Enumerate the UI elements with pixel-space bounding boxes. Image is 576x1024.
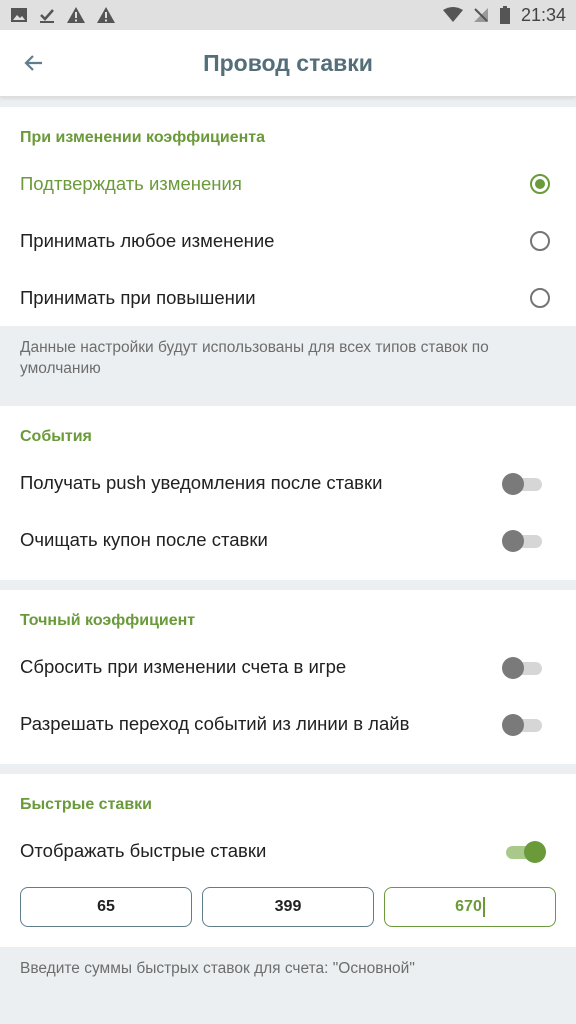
section-header: Точный коэффициент <box>20 612 196 629</box>
clear-coupon-switch[interactable] <box>502 529 544 552</box>
events-section: События Получать push уведомления после … <box>0 406 576 580</box>
quick-bets-note: Введите суммы быстрых ставок для счета: … <box>0 947 576 980</box>
option-label: Принимать при повышении <box>20 286 256 308</box>
show-quick-bets-switch[interactable] <box>502 840 546 863</box>
toggle-label: Отображать быстрые ставки <box>20 839 267 861</box>
settings-note: Данные настройки будут использованы для … <box>0 326 576 396</box>
no-signal-icon <box>473 8 488 22</box>
radio-confirm-changes[interactable]: Подтверждать изменения <box>20 155 556 212</box>
radio-button[interactable] <box>530 230 550 251</box>
status-bar: 21:34 <box>0 0 576 30</box>
quick-bets-section: Быстрые ставки Отображать быстрые ставки… <box>0 774 576 947</box>
quick-bet-amount-input[interactable]: 399 <box>202 887 374 927</box>
option-label: Подтверждать изменения <box>20 172 242 194</box>
warning-icon <box>97 7 115 23</box>
reset-on-score-change-switch[interactable] <box>502 656 544 679</box>
image-icon <box>11 8 27 22</box>
section-header: Быстрые ставки <box>20 796 152 813</box>
quick-bet-amounts: 65 399 670 <box>20 879 556 947</box>
page-title: Провод ставки <box>203 49 373 76</box>
arrow-back-icon <box>24 55 42 71</box>
line-to-live-switch[interactable] <box>502 713 544 736</box>
toggle-row-reset-on-score-change[interactable]: Сбросить при изменении счета в игре <box>20 638 556 695</box>
quick-bet-amount-input-focused[interactable]: 670 <box>384 887 556 927</box>
radio-button-selected[interactable] <box>530 173 550 194</box>
odds-change-section: При изменении коэффициента Подтверждать … <box>0 107 576 326</box>
wifi-icon <box>442 7 463 22</box>
battery-icon <box>499 6 510 24</box>
clock: 21:34 <box>520 4 566 25</box>
option-label: Принимать любое изменение <box>20 229 275 251</box>
section-header: События <box>20 428 92 445</box>
download-done-icon <box>40 9 54 23</box>
radio-accept-on-increase[interactable]: Принимать при повышении <box>20 269 556 326</box>
toggle-label: Очищать купон после ставки <box>20 528 268 550</box>
toggle-row-clear-coupon[interactable]: Очищать купон после ставки <box>20 511 556 568</box>
toggle-row-push-notifications[interactable]: Получать push уведомления после ставки <box>20 454 556 511</box>
warning-icon <box>67 7 85 23</box>
section-header: При изменении коэффициента <box>20 129 266 146</box>
toggle-label: Разрешать переход событий из линии в лай… <box>20 712 410 734</box>
exact-odds-section: Точный коэффициент Сбросить при изменени… <box>0 590 576 764</box>
toggle-row-show-quick-bets[interactable]: Отображать быстрые ставки <box>20 822 556 879</box>
push-notifications-switch[interactable] <box>502 472 544 495</box>
text-cursor <box>482 897 485 917</box>
toggle-label: Сбросить при изменении счета в игре <box>20 655 347 677</box>
toggle-label: Получать push уведомления после ставки <box>20 471 383 493</box>
radio-button[interactable] <box>530 287 550 308</box>
quick-bet-amount-input[interactable]: 65 <box>20 887 192 927</box>
back-button[interactable] <box>10 39 58 87</box>
radio-accept-any-change[interactable]: Принимать любое изменение <box>20 212 556 269</box>
app-bar: Провод ставки <box>0 30 576 97</box>
toggle-row-line-to-live[interactable]: Разрешать переход событий из линии в лай… <box>20 695 556 752</box>
